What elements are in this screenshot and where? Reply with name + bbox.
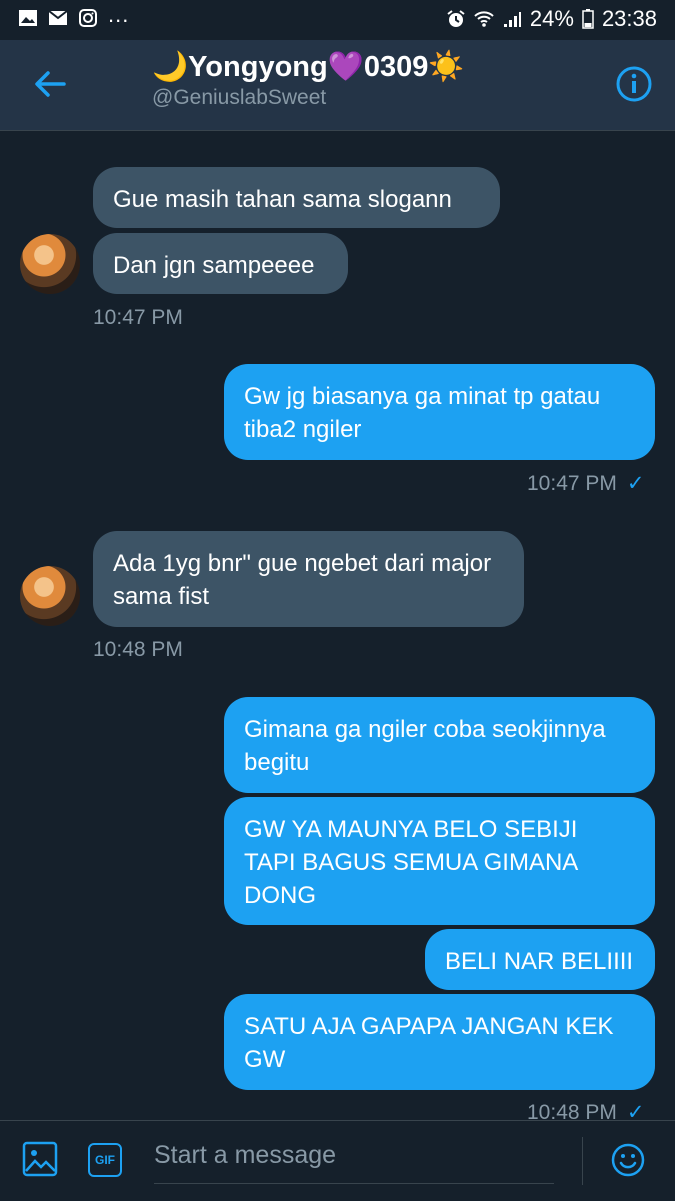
back-arrow-icon[interactable]	[28, 62, 72, 106]
gallery-notification-icon	[19, 10, 37, 26]
clock: 23:38	[601, 6, 657, 31]
message-timestamp: 10:48 PM	[93, 638, 183, 661]
image-attach-icon[interactable]	[22, 1141, 58, 1177]
outgoing-message[interactable]: SATU AJA GAPAPA JANGAN KEK GW	[224, 994, 655, 1090]
battery-percent: 24%	[529, 6, 574, 31]
gif-button[interactable]: GIF	[88, 1143, 122, 1177]
emoji-icon[interactable]	[610, 1142, 646, 1178]
input-underline	[154, 1183, 554, 1184]
message-timestamp-sent: 10:47 PM ✓	[527, 471, 645, 496]
wifi-icon	[474, 11, 494, 27]
message-composer: GIF Start a message	[0, 1120, 675, 1201]
sender-avatar[interactable]	[20, 566, 80, 626]
sent-check-icon: ✓	[626, 472, 645, 495]
info-icon[interactable]	[615, 65, 653, 103]
instagram-notification-icon	[79, 9, 97, 27]
alarm-icon	[447, 10, 465, 27]
message-input[interactable]: Start a message	[154, 1141, 336, 1170]
battery-icon	[582, 9, 594, 29]
signal-icon	[503, 12, 521, 27]
message-timestamp: 10:47 PM	[93, 306, 183, 329]
conversation-header: 🌙Yongyong💜0309☀️ @GeniuslabSweet	[0, 40, 675, 131]
conversation-handle: @GeniuslabSweet	[152, 86, 327, 109]
outgoing-message[interactable]: Gw jg biasanya ga minat tp gatau tiba2 n…	[224, 364, 655, 460]
incoming-message[interactable]: Gue masih tahan sama slogann	[93, 167, 500, 228]
status-bar: ... 24% 23:38	[0, 0, 675, 40]
outgoing-message[interactable]: BELI NAR BELIIII	[425, 929, 655, 990]
sender-avatar[interactable]	[20, 234, 80, 294]
status-left: ...	[18, 2, 129, 28]
conversation-title-block[interactable]: 🌙Yongyong💜0309☀️ @GeniuslabSweet	[152, 50, 464, 110]
incoming-message[interactable]: Ada 1yg bnr" gue ngebet dari major sama …	[93, 531, 524, 627]
more-notifications: ...	[108, 2, 130, 27]
outgoing-message[interactable]: GW YA MAUNYA BELO SEBIJI TAPI BAGUS SEMU…	[224, 797, 655, 925]
outgoing-message[interactable]: Gimana ga ngiler coba seokjinnya begitu	[224, 697, 655, 793]
conversation-title: 🌙Yongyong💜0309☀️	[152, 51, 465, 83]
incoming-message[interactable]: Dan jgn sampeeee	[93, 233, 348, 294]
status-right: 24% 23:38	[446, 6, 657, 32]
composer-divider	[582, 1137, 583, 1185]
timestamp-text: 10:47 PM	[527, 472, 617, 495]
mail-notification-icon	[48, 10, 68, 25]
